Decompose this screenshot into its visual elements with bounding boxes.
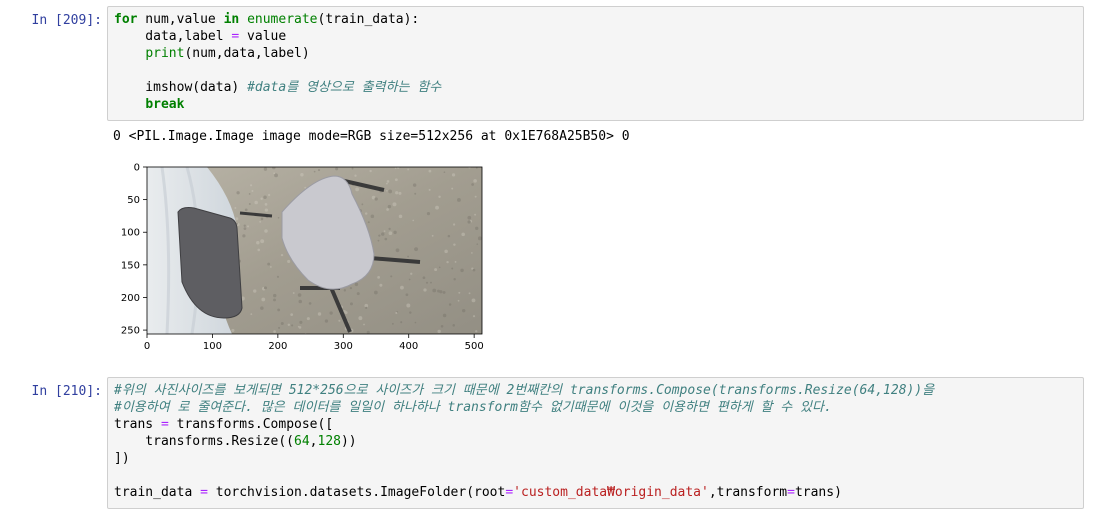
x-tick-label: 0	[144, 341, 150, 352]
x-axis: 0 100 200 300 400 500	[144, 334, 484, 352]
code-token: transforms.Resize((	[114, 434, 295, 449]
y-tick-label: 50	[127, 195, 140, 206]
code-token: imshow(data)	[114, 80, 248, 95]
chair-photo	[147, 167, 482, 334]
x-tick-label: 500	[465, 341, 484, 352]
code-cell-input[interactable]: for num,value in enumerate(train_data): …	[107, 6, 1084, 121]
x-tick-label: 400	[399, 341, 418, 352]
cell-prompt-209: In [209]:	[31, 13, 102, 28]
output-text: 0 <PIL.Image.Image image mode=RGB size=5…	[113, 129, 630, 144]
y-tick-label: 250	[121, 326, 140, 337]
x-tick-label: 300	[334, 341, 353, 352]
x-tick-label: 100	[203, 341, 222, 352]
code-line: ])	[114, 450, 1077, 467]
code-line: print(num,data,label)	[114, 45, 1077, 62]
code-token: 64	[294, 434, 310, 449]
code-token: data,label	[114, 29, 232, 44]
code-token: num,value	[137, 12, 224, 27]
imshow-plot: 0 100 200 300 400 500 0 50 100 150 200 250	[121, 163, 484, 353]
code-token: trans	[114, 417, 161, 432]
code-token: ,transform	[708, 485, 788, 500]
code-token: =	[505, 485, 514, 500]
code-cell-input[interactable]: #위의 사진사이즈를 보게되면 512*256으로 사이즈가 크기 때문에 2번…	[107, 377, 1084, 509]
code-token: transforms.Compose([	[168, 417, 334, 432]
code-line: trans = transforms.Compose([	[114, 416, 1077, 433]
y-tick-label: 150	[121, 260, 140, 271]
code-token: print	[145, 46, 185, 61]
code-token: (num,data,label)	[184, 46, 310, 61]
code-line: data,label = value	[114, 28, 1077, 45]
code-line: #위의 사진사이즈를 보게되면 512*256으로 사이즈가 크기 때문에 2번…	[114, 382, 1077, 399]
code-line: transforms.Resize((64,128))	[114, 433, 1077, 450]
code-line: break	[114, 96, 1077, 113]
code-token: ,	[309, 434, 318, 449]
code-token: for	[114, 12, 138, 27]
code-token: =	[787, 485, 795, 500]
y-tick-label: 0	[134, 163, 140, 174]
code-token: break	[145, 97, 185, 112]
code-token: value	[239, 29, 287, 44]
code-token: #data를 영상으로 출력하는 함수	[247, 80, 442, 95]
code-line: train_data = torchvision.datasets.ImageF…	[114, 484, 1077, 501]
y-tick-label: 200	[121, 293, 140, 304]
y-tick-label: 100	[121, 228, 140, 239]
cell-prompt-210: In [210]:	[31, 384, 102, 399]
code-token: torchvision.datasets.ImageFolder(root	[207, 485, 506, 500]
code-token: train_data	[114, 485, 201, 500]
code-token: 'custom_data₩origin_data'	[513, 485, 709, 500]
code-line: for num,value in enumerate(train_data):	[114, 11, 1077, 28]
code-token: ))	[340, 434, 357, 449]
x-tick-label: 200	[268, 341, 287, 352]
code-token: =	[200, 485, 208, 500]
y-axis: 0 50 100 150 200 250	[121, 163, 147, 337]
code-token: in	[223, 12, 240, 27]
code-line: #이용하여 로 줄여준다. 많은 데이터를 일일이 하나하나 transform…	[114, 399, 1077, 416]
code-token: (train_data):	[317, 12, 420, 27]
code-token: #이용하여 로 줄여준다. 많은 데이터를 일일이 하나하나 transform…	[114, 400, 832, 415]
code-token: #위의 사진사이즈를 보게되면 512*256으로 사이즈가 크기 때문에 2번…	[114, 383, 935, 398]
code-token: ])	[114, 451, 130, 466]
code-token: 128	[317, 434, 341, 449]
code-token: =	[160, 417, 169, 432]
code-token: trans)	[794, 485, 842, 500]
code-line: imshow(data) #data를 영상으로 출력하는 함수	[114, 79, 1077, 96]
code-token: enumerate	[247, 12, 318, 27]
